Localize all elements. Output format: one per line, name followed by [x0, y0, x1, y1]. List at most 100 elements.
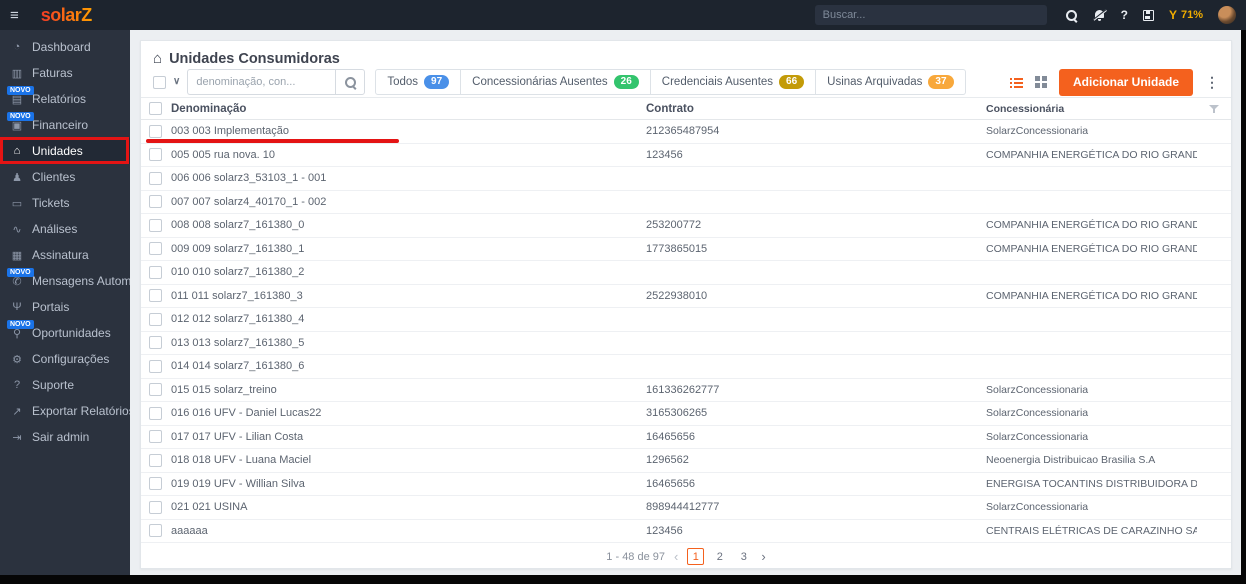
- table-row[interactable]: 010 010 solarz7_161380_2: [141, 261, 1231, 285]
- topbar: ≡ solarZ ? Y 71%: [0, 0, 1246, 30]
- sidebar-item-financeiro[interactable]: NOVO ▣ Financeiro: [0, 112, 130, 138]
- filter-tab-label: Concessionárias Ausentes: [472, 76, 608, 88]
- help-icon[interactable]: ?: [1121, 9, 1128, 21]
- table-row[interactable]: 003 003 Implementação 212365487954 Solar…: [141, 120, 1231, 144]
- cell-denominacao: 017 017 UFV - Lilian Costa: [171, 430, 304, 443]
- page-button[interactable]: 2: [711, 548, 728, 565]
- row-checkbox[interactable]: [149, 124, 162, 138]
- add-unit-button[interactable]: Adicionar Unidade: [1058, 68, 1193, 96]
- table-row[interactable]: 011 011 solarz7_161380_3 2522938010 COMP…: [141, 285, 1231, 308]
- row-checkbox[interactable]: [149, 289, 162, 303]
- row-checkbox[interactable]: [149, 477, 162, 491]
- list-view-icon[interactable]: [1009, 77, 1023, 88]
- col-denominacao: Denominação: [171, 102, 247, 115]
- notifications-muted-icon[interactable]: [1092, 9, 1107, 21]
- table-row[interactable]: aaaaaa 123456 CENTRAIS ELÉTRICAS DE CARA…: [141, 520, 1231, 543]
- chevron-down-icon[interactable]: ∨: [173, 77, 180, 87]
- row-checkbox[interactable]: [149, 406, 162, 420]
- plug-icon: Ψ: [12, 301, 22, 313]
- sidebar-item-portais[interactable]: Ψ Portais: [0, 294, 130, 320]
- user-avatar[interactable]: [1218, 6, 1236, 24]
- logo-z: Z: [81, 4, 92, 25]
- cell-contrato: 898944412777: [646, 501, 720, 514]
- gamification-score[interactable]: Y 71%: [1169, 8, 1203, 22]
- unit-search-input[interactable]: [187, 69, 336, 95]
- select-all-checkbox[interactable]: [153, 75, 166, 89]
- row-checkbox[interactable]: [149, 218, 162, 232]
- sidebar-item-tickets[interactable]: ▭ Tickets: [0, 190, 130, 216]
- global-search-input[interactable]: [814, 5, 1047, 25]
- filter-tab[interactable]: Usinas Arquivadas 37: [816, 69, 966, 95]
- table-row[interactable]: 016 016 UFV - Daniel Lucas22 3165306265 …: [141, 402, 1231, 426]
- prev-page-icon[interactable]: ‹: [674, 550, 678, 563]
- cell-denominacao: aaaaaa: [171, 524, 208, 537]
- sidebar-item-dashboard[interactable]: ◔ Dashboard: [0, 34, 130, 60]
- row-checkbox[interactable]: [149, 336, 162, 350]
- table-row[interactable]: 012 012 solarz7_161380_4: [141, 308, 1231, 332]
- sidebar-item-relatorios[interactable]: NOVO ▤ Relatórios: [0, 86, 130, 112]
- sidebar-item-assinatura[interactable]: ▦ Assinatura: [0, 242, 130, 268]
- save-icon[interactable]: [1142, 9, 1154, 21]
- table-row[interactable]: 021 021 USINA 898944412777 SolarzConcess…: [141, 496, 1231, 520]
- filter-tab[interactable]: Concessionárias Ausentes 26: [461, 69, 651, 95]
- sidebar-item-faturas[interactable]: ▥ Faturas: [0, 60, 130, 86]
- unit-search-button[interactable]: [335, 69, 366, 95]
- sidebar-item-analises[interactable]: ∿ Análises: [0, 216, 130, 242]
- sidebar-item-label: Tickets: [32, 196, 70, 210]
- table-row[interactable]: 014 014 solarz7_161380_6: [141, 355, 1231, 379]
- row-checkbox[interactable]: [149, 430, 162, 444]
- row-checkbox[interactable]: [149, 265, 162, 279]
- row-checkbox[interactable]: [149, 242, 162, 256]
- table-row[interactable]: 009 009 solarz7_161380_1 1773865015 COMP…: [141, 238, 1231, 261]
- header-checkbox[interactable]: [149, 102, 162, 115]
- sidebar-item-label: Dashboard: [32, 40, 91, 54]
- grid-view-icon[interactable]: [1034, 76, 1047, 88]
- row-checkbox[interactable]: [149, 383, 162, 397]
- row-checkbox[interactable]: [149, 359, 162, 373]
- sidebar-item-exportar[interactable]: ↗ Exportar Relatórios: [0, 398, 130, 424]
- filter-tab[interactable]: Credenciais Ausentes 66: [650, 69, 817, 95]
- table-body: 003 003 Implementação 212365487954 Solar…: [141, 120, 1231, 543]
- filter-tab[interactable]: Todos 97: [375, 69, 462, 95]
- kebab-menu-icon[interactable]: ⋮: [1205, 74, 1219, 91]
- novo-badge: NOVO: [7, 112, 34, 121]
- next-page-icon[interactable]: ›: [761, 550, 765, 563]
- sidebar-item-label: Clientes: [32, 170, 76, 184]
- table-row[interactable]: 008 008 solarz7_161380_0 253200772 COMPA…: [141, 214, 1231, 238]
- sidebar-item-oportunidades[interactable]: NOVO ⚲ Oportunidades: [0, 320, 130, 346]
- cell-concessionaria: SolarzConcessionaria: [986, 430, 1089, 443]
- row-checkbox[interactable]: [149, 195, 162, 209]
- table-row[interactable]: 015 015 solarz_treino 161336262777 Solar…: [141, 379, 1231, 402]
- cell-contrato: 1296562: [646, 454, 689, 467]
- sidebar-item-configuracoes[interactable]: ⚙ Configurações: [0, 346, 130, 372]
- sidebar-item-unidades[interactable]: ⌂ Unidades: [0, 138, 130, 164]
- sidebar-item-label: Análises: [32, 222, 78, 236]
- table-row[interactable]: 006 006 solarz3_53103_1 - 001: [141, 167, 1231, 191]
- table-row[interactable]: 019 019 UFV - Willian Silva 16465656 ENE…: [141, 473, 1231, 496]
- table-row[interactable]: 005 005 rua nova. 10 123456 COMPANHIA EN…: [141, 144, 1231, 167]
- cell-denominacao: 008 008 solarz7_161380_0: [171, 219, 305, 232]
- table-row[interactable]: 007 007 solarz4_40170_1 - 002: [141, 191, 1231, 214]
- sidebar-item-suporte[interactable]: ? Suporte: [0, 372, 130, 398]
- sidebar: ◔ Dashboard ▥ Faturas NOVO ▤ Relatórios …: [0, 30, 130, 575]
- row-checkbox[interactable]: [149, 312, 162, 326]
- row-checkbox[interactable]: [149, 171, 162, 185]
- page-button[interactable]: 3: [735, 548, 752, 565]
- table-row[interactable]: 013 013 solarz7_161380_5: [141, 332, 1231, 355]
- filter-tab-label: Usinas Arquivadas: [827, 76, 923, 88]
- row-checkbox[interactable]: [149, 500, 162, 514]
- row-checkbox[interactable]: [149, 524, 162, 538]
- table-row[interactable]: 018 018 UFV - Luana Maciel 1296562 Neoen…: [141, 449, 1231, 473]
- table-row[interactable]: 017 017 UFV - Lilian Costa 16465656 Sola…: [141, 426, 1231, 449]
- row-checkbox[interactable]: [149, 453, 162, 467]
- sidebar-item-mensagens[interactable]: NOVO ✆ Mensagens Automát...: [0, 268, 130, 294]
- row-checkbox[interactable]: [149, 148, 162, 162]
- cell-denominacao: 009 009 solarz7_161380_1: [171, 242, 305, 255]
- sidebar-item-sair[interactable]: ⇥ Sair admin: [0, 424, 130, 450]
- filter-icon[interactable]: [1209, 104, 1219, 114]
- search-icon[interactable]: [1065, 9, 1078, 22]
- cell-concessionaria: COMPANHIA ENERGÉTICA DO RIO GRANDE DO NO…: [986, 219, 1197, 232]
- hamburger-menu-icon[interactable]: ≡: [10, 8, 19, 23]
- sidebar-item-clientes[interactable]: ♟ Clientes: [0, 164, 130, 190]
- page-button[interactable]: 1: [687, 548, 705, 565]
